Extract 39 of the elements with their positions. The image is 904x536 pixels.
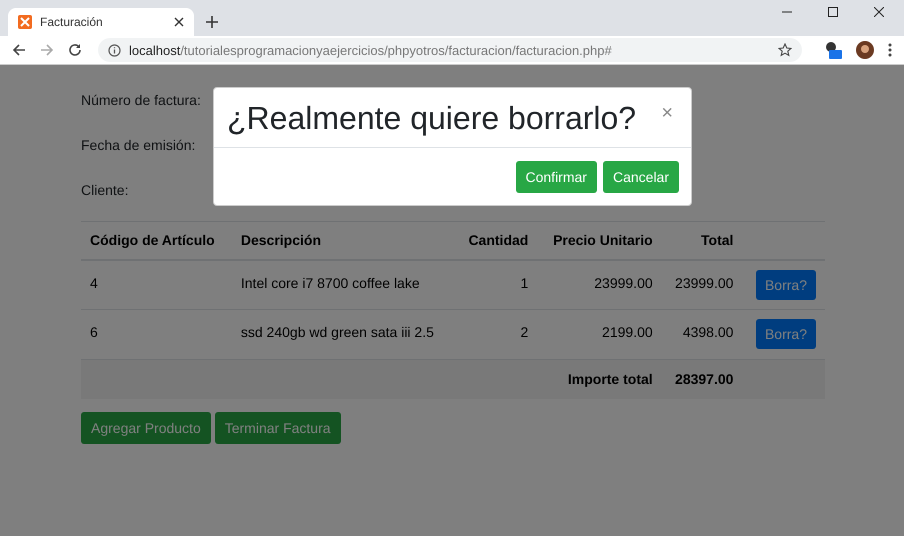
star-icon[interactable]: [778, 43, 792, 57]
address-bar[interactable]: localhost/tutorialesprogramacionyaejercicios/phpyotros/facturacion/facturacion.php#: [98, 38, 802, 62]
action-button[interactable]: Terminar Factura: [214, 412, 341, 444]
url-text: localhost/tutorialesprogramacionyaejercicios/phpyotros/facturacion/facturacion.php#: [129, 42, 613, 58]
tab-title: Facturación: [40, 15, 104, 29]
table-cell: 23999.00: [662, 260, 742, 310]
dialog-title: ¿Realmente quiere borrarlo?: [227, 100, 636, 137]
table-cell: 4: [81, 260, 232, 310]
delete-button[interactable]: Borra?: [756, 270, 816, 300]
field-label: Fecha de emisión:: [81, 136, 196, 153]
close-button[interactable]: ×: [655, 102, 679, 125]
field-label: Cliente:: [81, 181, 128, 198]
table-cell: Intel core i7 8700 coffee lake: [232, 260, 455, 310]
avatar-icon[interactable]: [856, 41, 874, 59]
info-icon: [108, 44, 121, 56]
delete-button[interactable]: Borra?: [756, 319, 816, 349]
total-value: 28397.00: [662, 360, 742, 398]
reload-icon[interactable]: [68, 43, 82, 57]
close-icon[interactable]: [874, 7, 884, 17]
field-label: Número de factura:: [81, 91, 201, 108]
confirm-button[interactable]: Confirmar: [516, 161, 597, 193]
action-button[interactable]: Agregar Producto: [81, 412, 211, 444]
browser-tab[interactable]: Facturación: [8, 8, 194, 36]
column-header: Descripción: [232, 222, 455, 260]
table-cell: 1: [454, 260, 538, 310]
close-icon[interactable]: [174, 17, 184, 27]
new-tab-icon[interactable]: [206, 16, 218, 28]
table-cell: 23999.00: [537, 260, 662, 310]
column-header: Precio Unitario: [537, 222, 662, 260]
total-label: Importe total: [537, 360, 662, 398]
maximize-icon[interactable]: [828, 7, 838, 17]
column-header: Total: [662, 222, 742, 260]
extension-icon[interactable]: [824, 41, 842, 59]
column-header: Cantidad: [454, 222, 538, 260]
app-icon: [18, 15, 32, 29]
back-icon[interactable]: [12, 43, 26, 57]
column-header: Código de Artículo: [81, 222, 232, 260]
menu-icon[interactable]: [888, 43, 892, 57]
cancel-button[interactable]: Cancelar: [602, 161, 679, 193]
